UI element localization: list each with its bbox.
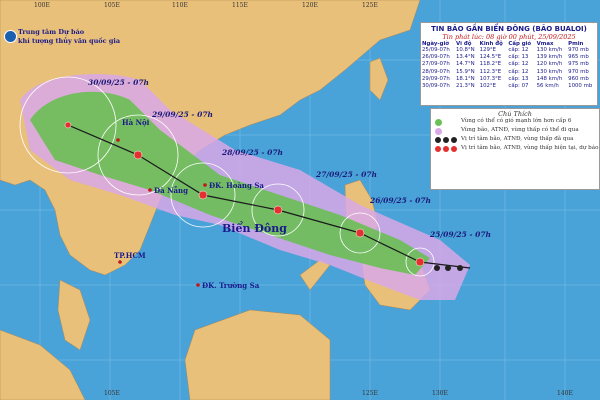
sea-name: Biển Đông [222, 222, 287, 235]
malay-peninsula [57, 279, 91, 351]
table-cell: 120 km/h [536, 61, 563, 68]
storm-current-icon [443, 146, 449, 152]
table-cell: 1000 mb [568, 83, 593, 90]
table-cell: 27/09-07h [422, 61, 450, 68]
track-label-0925: 25/09/25 - 07h [430, 230, 492, 239]
agency-name-line2: khí tượng thủy văn quốc gia [18, 37, 121, 45]
table-cell: 970 mb [568, 47, 589, 53]
table-cell: 30/09-07h [422, 83, 450, 90]
legend-box: Chú Thích Vùng có thể có gió mạnh lớn hơ… [430, 108, 600, 190]
lon-label: 120E [302, 2, 318, 9]
lon-label: 125E [362, 2, 378, 9]
storm-current-icon [435, 146, 441, 152]
bulletin-box: TIN BÃO GẦN BIỂN ĐÔNG (BÃO BUALOI) Tin p… [420, 22, 598, 106]
legend-swatch [435, 128, 442, 135]
table-row: 28/09-07h 15.9°N 112.3°E cấp: 12 130 km/h 970… [421, 69, 597, 76]
table-cell: 148 km/h [536, 75, 563, 82]
table-cell: 15.9°N [455, 68, 475, 75]
lon-label: 125E [362, 390, 378, 397]
storm-position-0928 [198, 190, 208, 200]
table-cell: 965 mb [568, 54, 589, 61]
table-cell: 102°E [479, 83, 497, 90]
table-cell: 18.1°N [455, 75, 475, 82]
legend-text: Vị trí tâm bão, ATNĐ, vùng thấp đã qua [461, 136, 574, 142]
legend-text: Vùng có thể có gió mạnh lớn hơn cấp 6 [461, 118, 572, 124]
storm-past-icon [435, 137, 441, 143]
table-row: 27/09-07h 14.7°N 118.2°E cấp: 12 120 km/h 975… [421, 61, 597, 68]
legend-title: Chú Thích [498, 110, 532, 118]
lon-label: 110E [172, 2, 188, 9]
legend-text: Vị trí tâm bão, ATNĐ, vùng thấp hiện tại… [461, 145, 599, 151]
legend-item: Vùng bão, ATNĐ, vùng thấp có thể đi qua [435, 127, 599, 136]
storm-position-0926 [355, 228, 365, 238]
legend-swatch [435, 119, 442, 126]
storm-position-0929 [133, 150, 143, 160]
city-danang: Đà Nẵng [154, 186, 189, 195]
agency-name-line1: Trung tâm Dự báo [18, 28, 85, 36]
table-cell: 975 mb [568, 61, 589, 68]
track-label-0929: 29/09/25 - 07h [152, 110, 214, 119]
storm-current-icon [451, 146, 457, 152]
table-cell: 970 mb [568, 68, 589, 75]
table-cell: 10.8°N [455, 47, 475, 53]
table-cell: 14.7°N [455, 61, 475, 68]
lon-label: 140E [557, 390, 573, 397]
palawan [299, 259, 331, 291]
lon-label: 130E [432, 390, 448, 397]
city-hcm: TP.HCM [114, 251, 146, 260]
table-cell: 129°E [479, 47, 497, 53]
track-label-0928: 28/09/25 - 07h [222, 148, 284, 157]
table-cell: 118.2°E [479, 61, 502, 68]
taiwan [369, 57, 389, 101]
place-hoangsa: ĐK. Hoàng Sa [209, 181, 264, 190]
table-cell: 29/09-07h [422, 75, 450, 82]
table-cell: 13.4°N [455, 54, 475, 61]
lon-label: 105E [104, 390, 120, 397]
track-label-0927: 27/09/25 - 07h [316, 170, 378, 179]
storm-position-0925 [415, 257, 425, 267]
past-positions [434, 265, 463, 271]
table-cell: 21.3°N [455, 83, 475, 90]
agency-header: Trung tâm Dự báo khí tượng thủy văn quốc… [4, 28, 120, 46]
table-row: 29/09-07h 18.1°N 107.3°E cấp: 13 148 km/h 960… [421, 76, 597, 83]
track-label-0930: 30/09/25 - 07h [88, 78, 150, 87]
table-cell: cấp: 13 [508, 75, 529, 82]
legend-item: Vị trí tâm bão, ATNĐ, vùng thấp đã qua [435, 136, 599, 145]
table-cell: 28/09-07h [422, 68, 450, 75]
table-cell: 112.3°E [479, 68, 502, 75]
track-label-0926: 26/09/25 - 07h [370, 196, 432, 205]
table-cell: 25/09-07h [422, 47, 450, 53]
table-cell: 107.3°E [479, 75, 502, 82]
table-cell: cấp: 12 [508, 68, 529, 75]
storm-past-icon [443, 137, 449, 143]
agency-logo-icon [4, 30, 17, 43]
storm-past-icon [451, 137, 457, 143]
table-cell: cấp: 12 [508, 61, 529, 68]
table-cell: 130 km/h [536, 68, 563, 75]
forecast-table: Ngày-giờ Vĩ độ Kinh độ Cấp gió Vmax Pmin… [421, 41, 597, 90]
legend-item: Vùng có thể có gió mạnh lớn hơn cấp 6 [435, 118, 599, 127]
lon-label: 115E [232, 2, 248, 9]
legend-item: Vị trí tâm bão, ATNĐ, vùng thấp hiện tại… [435, 145, 599, 154]
borneo [184, 309, 331, 400]
table-cell: 139 km/h [536, 54, 563, 61]
bulletin-title: TIN BÃO GẦN BIỂN ĐÔNG (BÃO BUALOI) [431, 25, 587, 33]
table-cell: cấp: 07 [508, 83, 529, 90]
city-hanoi: Hà Nội [122, 118, 150, 127]
lon-label: 105E [104, 2, 120, 9]
table-cell: 124.5°E [479, 54, 502, 61]
table-cell: 56 km/h [536, 83, 559, 90]
table-row: 30/09-07h 21.3°N 102°E cấp: 07 56 km/h 1000 m… [421, 83, 597, 90]
table-cell: 960 mb [568, 75, 589, 82]
bulletin-issued-time: Tin phát lúc: 08 giờ 00 phút, 25/09/2025 [442, 33, 576, 41]
table-cell: 130 km/h [536, 47, 563, 53]
place-truongsa: ĐK. Trường Sa [202, 281, 260, 290]
table-cell: 26/09-07h [422, 54, 450, 61]
storm-position-0930 [64, 121, 72, 129]
storm-position-0927 [273, 205, 283, 215]
lon-label: 100E [34, 2, 50, 9]
legend-text: Vùng bão, ATNĐ, vùng thấp có thể đi qua [461, 127, 579, 133]
